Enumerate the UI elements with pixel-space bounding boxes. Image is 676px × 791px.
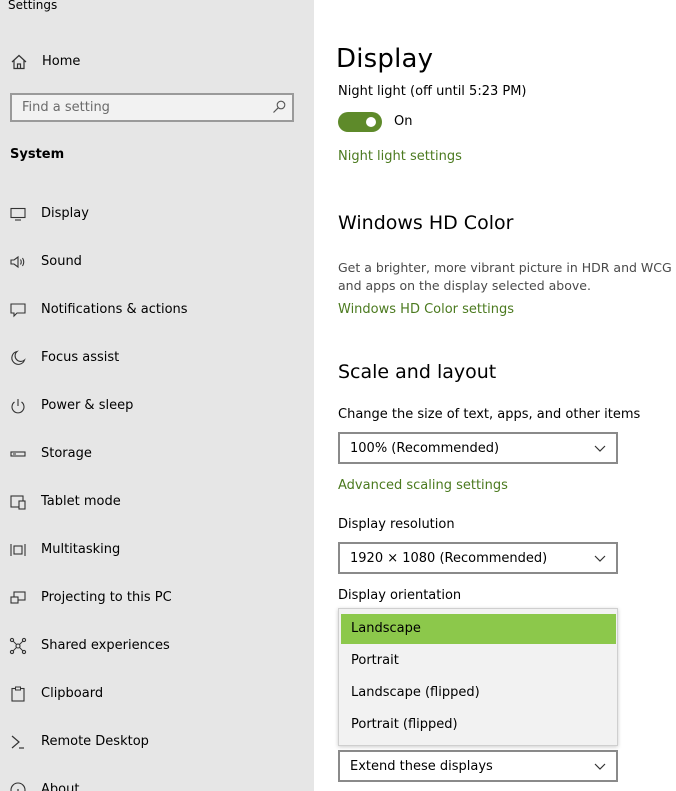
sidebar-item-remote-desktop[interactable]: Remote Desktop xyxy=(0,722,314,762)
toggle-knob xyxy=(366,117,376,127)
scale-label: Change the size of text, apps, and other… xyxy=(338,407,641,422)
orientation-option-portrait-flipped[interactable]: Portrait (flipped) xyxy=(341,710,616,740)
project-icon xyxy=(10,591,26,604)
orientation-option-portrait[interactable]: Portrait xyxy=(341,646,616,676)
night-light-toggle-state: On xyxy=(394,114,413,129)
resolution-dropdown[interactable]: 1920 × 1080 (Recommended) xyxy=(338,542,618,574)
tablet-icon xyxy=(10,495,26,510)
sidebar-item-label: Clipboard xyxy=(41,686,104,701)
sidebar-item-label: Sound xyxy=(41,254,82,269)
sidebar-item-label: Focus assist xyxy=(41,350,120,365)
scale-value: 100% (Recommended) xyxy=(350,441,500,456)
hd-color-settings-link[interactable]: Windows HD Color settings xyxy=(338,302,514,317)
search-icon[interactable] xyxy=(272,100,286,114)
sidebar-item-label: Tablet mode xyxy=(41,494,121,509)
chevron-down-icon xyxy=(594,445,606,452)
speaker-icon xyxy=(10,255,25,269)
orientation-label: Display orientation xyxy=(338,588,462,603)
scale-layout-heading: Scale and layout xyxy=(338,361,497,383)
home-icon xyxy=(11,54,27,70)
sidebar-item-label: Storage xyxy=(41,446,92,461)
sidebar-item-power-sleep[interactable]: Power & sleep xyxy=(0,386,314,426)
sidebar-item-notifications[interactable]: Notifications & actions xyxy=(0,290,314,330)
info-icon xyxy=(10,782,26,791)
hd-color-heading: Windows HD Color xyxy=(338,212,514,234)
hd-color-description-line2: and apps on the display selected above. xyxy=(338,278,591,293)
drive-icon xyxy=(10,451,26,457)
advanced-scaling-link[interactable]: Advanced scaling settings xyxy=(338,478,508,493)
sidebar-item-storage[interactable]: Storage xyxy=(0,434,314,474)
sidebar-item-label: Power & sleep xyxy=(41,398,134,413)
sidebar: Settings Home System Display Sound xyxy=(0,0,314,791)
sidebar-item-label: Remote Desktop xyxy=(41,734,149,749)
monitor-icon xyxy=(10,207,26,221)
sidebar-item-about[interactable]: About xyxy=(0,770,314,791)
search-input[interactable] xyxy=(12,95,272,120)
sidebar-item-label: Notifications & actions xyxy=(41,302,188,317)
sidebar-item-label: Multitasking xyxy=(41,542,121,557)
moon-icon xyxy=(11,350,26,365)
orientation-option-landscape-flipped[interactable]: Landscape (flipped) xyxy=(341,678,616,708)
night-light-label: Night light (off until 5:23 PM) xyxy=(338,84,527,99)
multiple-displays-dropdown[interactable]: Extend these displays xyxy=(338,750,618,782)
scale-dropdown[interactable]: 100% (Recommended) xyxy=(338,432,618,464)
option-label: Landscape (flipped) xyxy=(351,685,480,700)
resolution-value: 1920 × 1080 (Recommended) xyxy=(350,551,548,566)
message-icon xyxy=(10,303,26,318)
sidebar-item-display[interactable]: Display xyxy=(0,194,314,234)
option-label: Portrait xyxy=(351,653,399,668)
sidebar-item-label: Display xyxy=(41,206,89,221)
share-icon xyxy=(9,637,27,655)
remote-icon xyxy=(11,735,24,749)
sidebar-item-label: About xyxy=(41,782,80,791)
hd-color-description-line1: Get a brighter, more vibrant picture in … xyxy=(338,260,676,275)
multiple-displays-value: Extend these displays xyxy=(350,759,493,774)
option-label: Landscape xyxy=(351,621,421,636)
section-label-system: System xyxy=(10,147,65,162)
night-light-settings-link[interactable]: Night light settings xyxy=(338,149,462,164)
orientation-options-list: Landscape Portrait Landscape (flipped) P… xyxy=(338,608,618,746)
hd-color-description: Get a brighter, more vibrant picture in … xyxy=(338,259,676,295)
chevron-down-icon xyxy=(594,763,606,770)
sidebar-item-multitasking[interactable]: Multitasking xyxy=(0,530,314,570)
sidebar-item-sound[interactable]: Sound xyxy=(0,242,314,282)
clipboard-icon xyxy=(11,686,25,702)
home-nav-item[interactable]: Home xyxy=(0,48,314,76)
power-icon xyxy=(11,399,25,414)
multitask-icon xyxy=(10,544,26,556)
chevron-down-icon xyxy=(594,555,606,562)
option-label: Portrait (flipped) xyxy=(351,717,458,732)
search-box[interactable] xyxy=(10,93,294,122)
orientation-option-landscape[interactable]: Landscape xyxy=(341,614,616,644)
sidebar-item-clipboard[interactable]: Clipboard xyxy=(0,674,314,714)
home-label: Home xyxy=(42,54,81,69)
sidebar-item-projecting[interactable]: Projecting to this PC xyxy=(0,578,314,618)
resolution-label: Display resolution xyxy=(338,517,455,532)
sidebar-item-focus-assist[interactable]: Focus assist xyxy=(0,338,314,378)
main-content: Display Night light (off until 5:23 PM) … xyxy=(314,0,676,791)
sidebar-item-shared-experiences[interactable]: Shared experiences xyxy=(0,626,314,666)
night-light-toggle[interactable] xyxy=(338,112,382,132)
sidebar-item-tablet-mode[interactable]: Tablet mode xyxy=(0,482,314,522)
page-title: Display xyxy=(336,44,434,74)
app-title: Settings xyxy=(8,0,58,12)
sidebar-item-label: Shared experiences xyxy=(41,638,170,653)
sidebar-item-label: Projecting to this PC xyxy=(41,590,172,605)
